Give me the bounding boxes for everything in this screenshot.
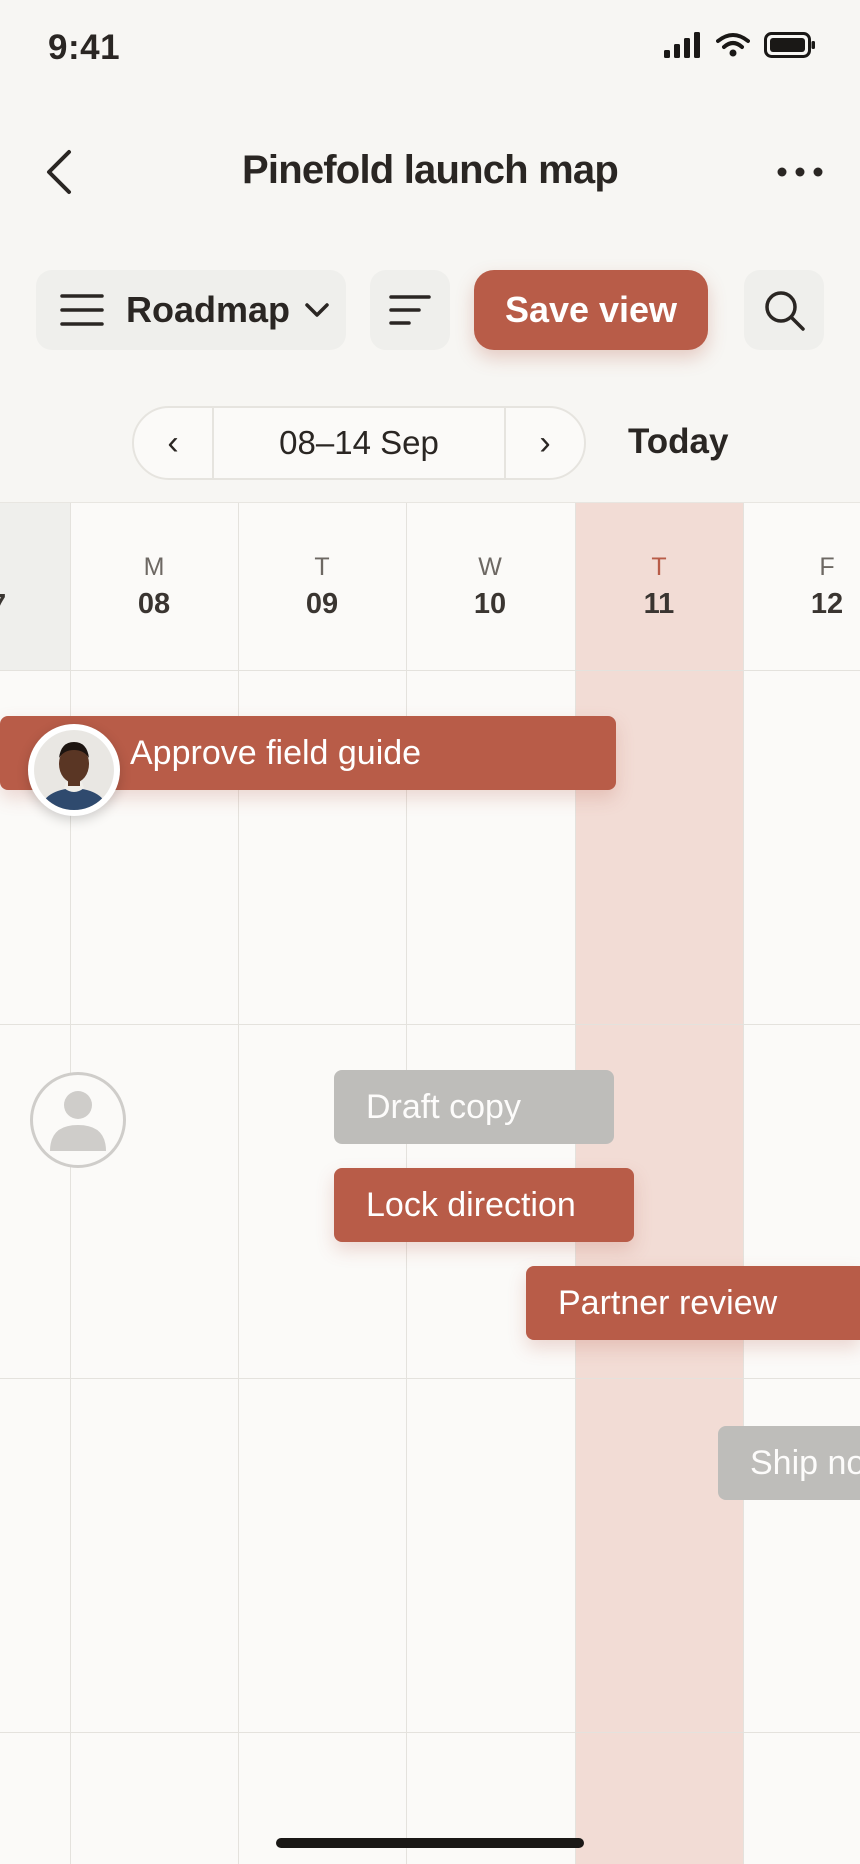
unassigned-avatar[interactable] — [30, 1072, 126, 1168]
day-number: 11 — [643, 588, 675, 620]
task-bar[interactable]: Partner review — [526, 1266, 860, 1340]
day-weekday: T — [314, 553, 330, 581]
menu-icon — [60, 294, 104, 326]
day-header-monday[interactable]: M 08 — [70, 503, 238, 670]
task-label: Ship notes — [750, 1443, 860, 1482]
task-bar[interactable]: Ship notes — [718, 1426, 860, 1500]
date-range-label[interactable]: 08–14 Sep — [212, 408, 506, 478]
column-divider — [743, 503, 744, 1864]
row-divider — [0, 1378, 860, 1379]
more-options-button[interactable] — [768, 150, 832, 194]
wifi-icon — [716, 33, 750, 57]
day-header-friday[interactable]: F 12 — [743, 503, 860, 670]
search-button[interactable] — [744, 270, 824, 350]
day-number: 08 — [137, 588, 171, 620]
filter-lines-icon — [389, 295, 431, 325]
row-divider — [0, 1024, 860, 1025]
save-view-button[interactable]: Save view — [474, 270, 708, 350]
date-range-navigator: ‹ 08–14 Sep › — [132, 406, 586, 480]
next-week-button[interactable]: › — [506, 408, 584, 478]
cellular-signal-icon — [664, 32, 700, 58]
previous-day-number: 7 — [0, 589, 6, 622]
battery-icon — [764, 32, 815, 58]
view-switcher-dropdown[interactable]: Roadmap — [36, 270, 346, 350]
previous-week-button[interactable]: ‹ — [134, 408, 212, 478]
search-icon — [765, 291, 805, 331]
task-bar[interactable]: Draft copy — [334, 1070, 614, 1144]
column-divider — [238, 503, 239, 1864]
day-number: 09 — [305, 588, 339, 620]
view-switcher-label: Roadmap — [126, 289, 291, 330]
task-label: Partner review — [558, 1283, 778, 1322]
day-header-wednesday[interactable]: W 10 — [406, 503, 574, 670]
today-button[interactable]: Today — [628, 422, 728, 462]
day-number: 12 — [810, 588, 844, 620]
status-bar: 9:41 — [0, 0, 860, 100]
status-icons — [664, 32, 816, 58]
day-weekday: T — [651, 553, 667, 581]
sort-filter-button[interactable] — [370, 270, 450, 350]
home-indicator — [276, 1838, 584, 1848]
day-header-tuesday[interactable]: T 09 — [238, 503, 406, 670]
row-divider — [0, 670, 860, 671]
day-weekday: M — [143, 553, 165, 581]
person-photo-icon — [34, 730, 114, 810]
status-time: 9:41 — [48, 28, 121, 67]
previous-day-header — [0, 503, 70, 670]
task-bar[interactable]: Lock direction — [334, 1168, 634, 1242]
day-header-thursday-today[interactable]: T 11 — [575, 503, 743, 670]
task-label: Approve field guide — [130, 733, 422, 772]
task-label: Draft copy — [366, 1087, 521, 1126]
day-weekday: F — [819, 553, 835, 581]
day-weekday: W — [478, 553, 502, 581]
chevron-down-icon — [305, 303, 329, 317]
column-divider — [70, 503, 71, 1864]
user-placeholder-icon — [50, 1091, 106, 1151]
more-horizontal-icon — [777, 167, 823, 177]
page-title: Pinefold launch map — [242, 148, 619, 192]
assignee-avatar[interactable] — [28, 724, 120, 816]
row-divider — [0, 1732, 860, 1733]
task-label: Lock direction — [366, 1185, 576, 1224]
day-number: 10 — [473, 588, 507, 620]
